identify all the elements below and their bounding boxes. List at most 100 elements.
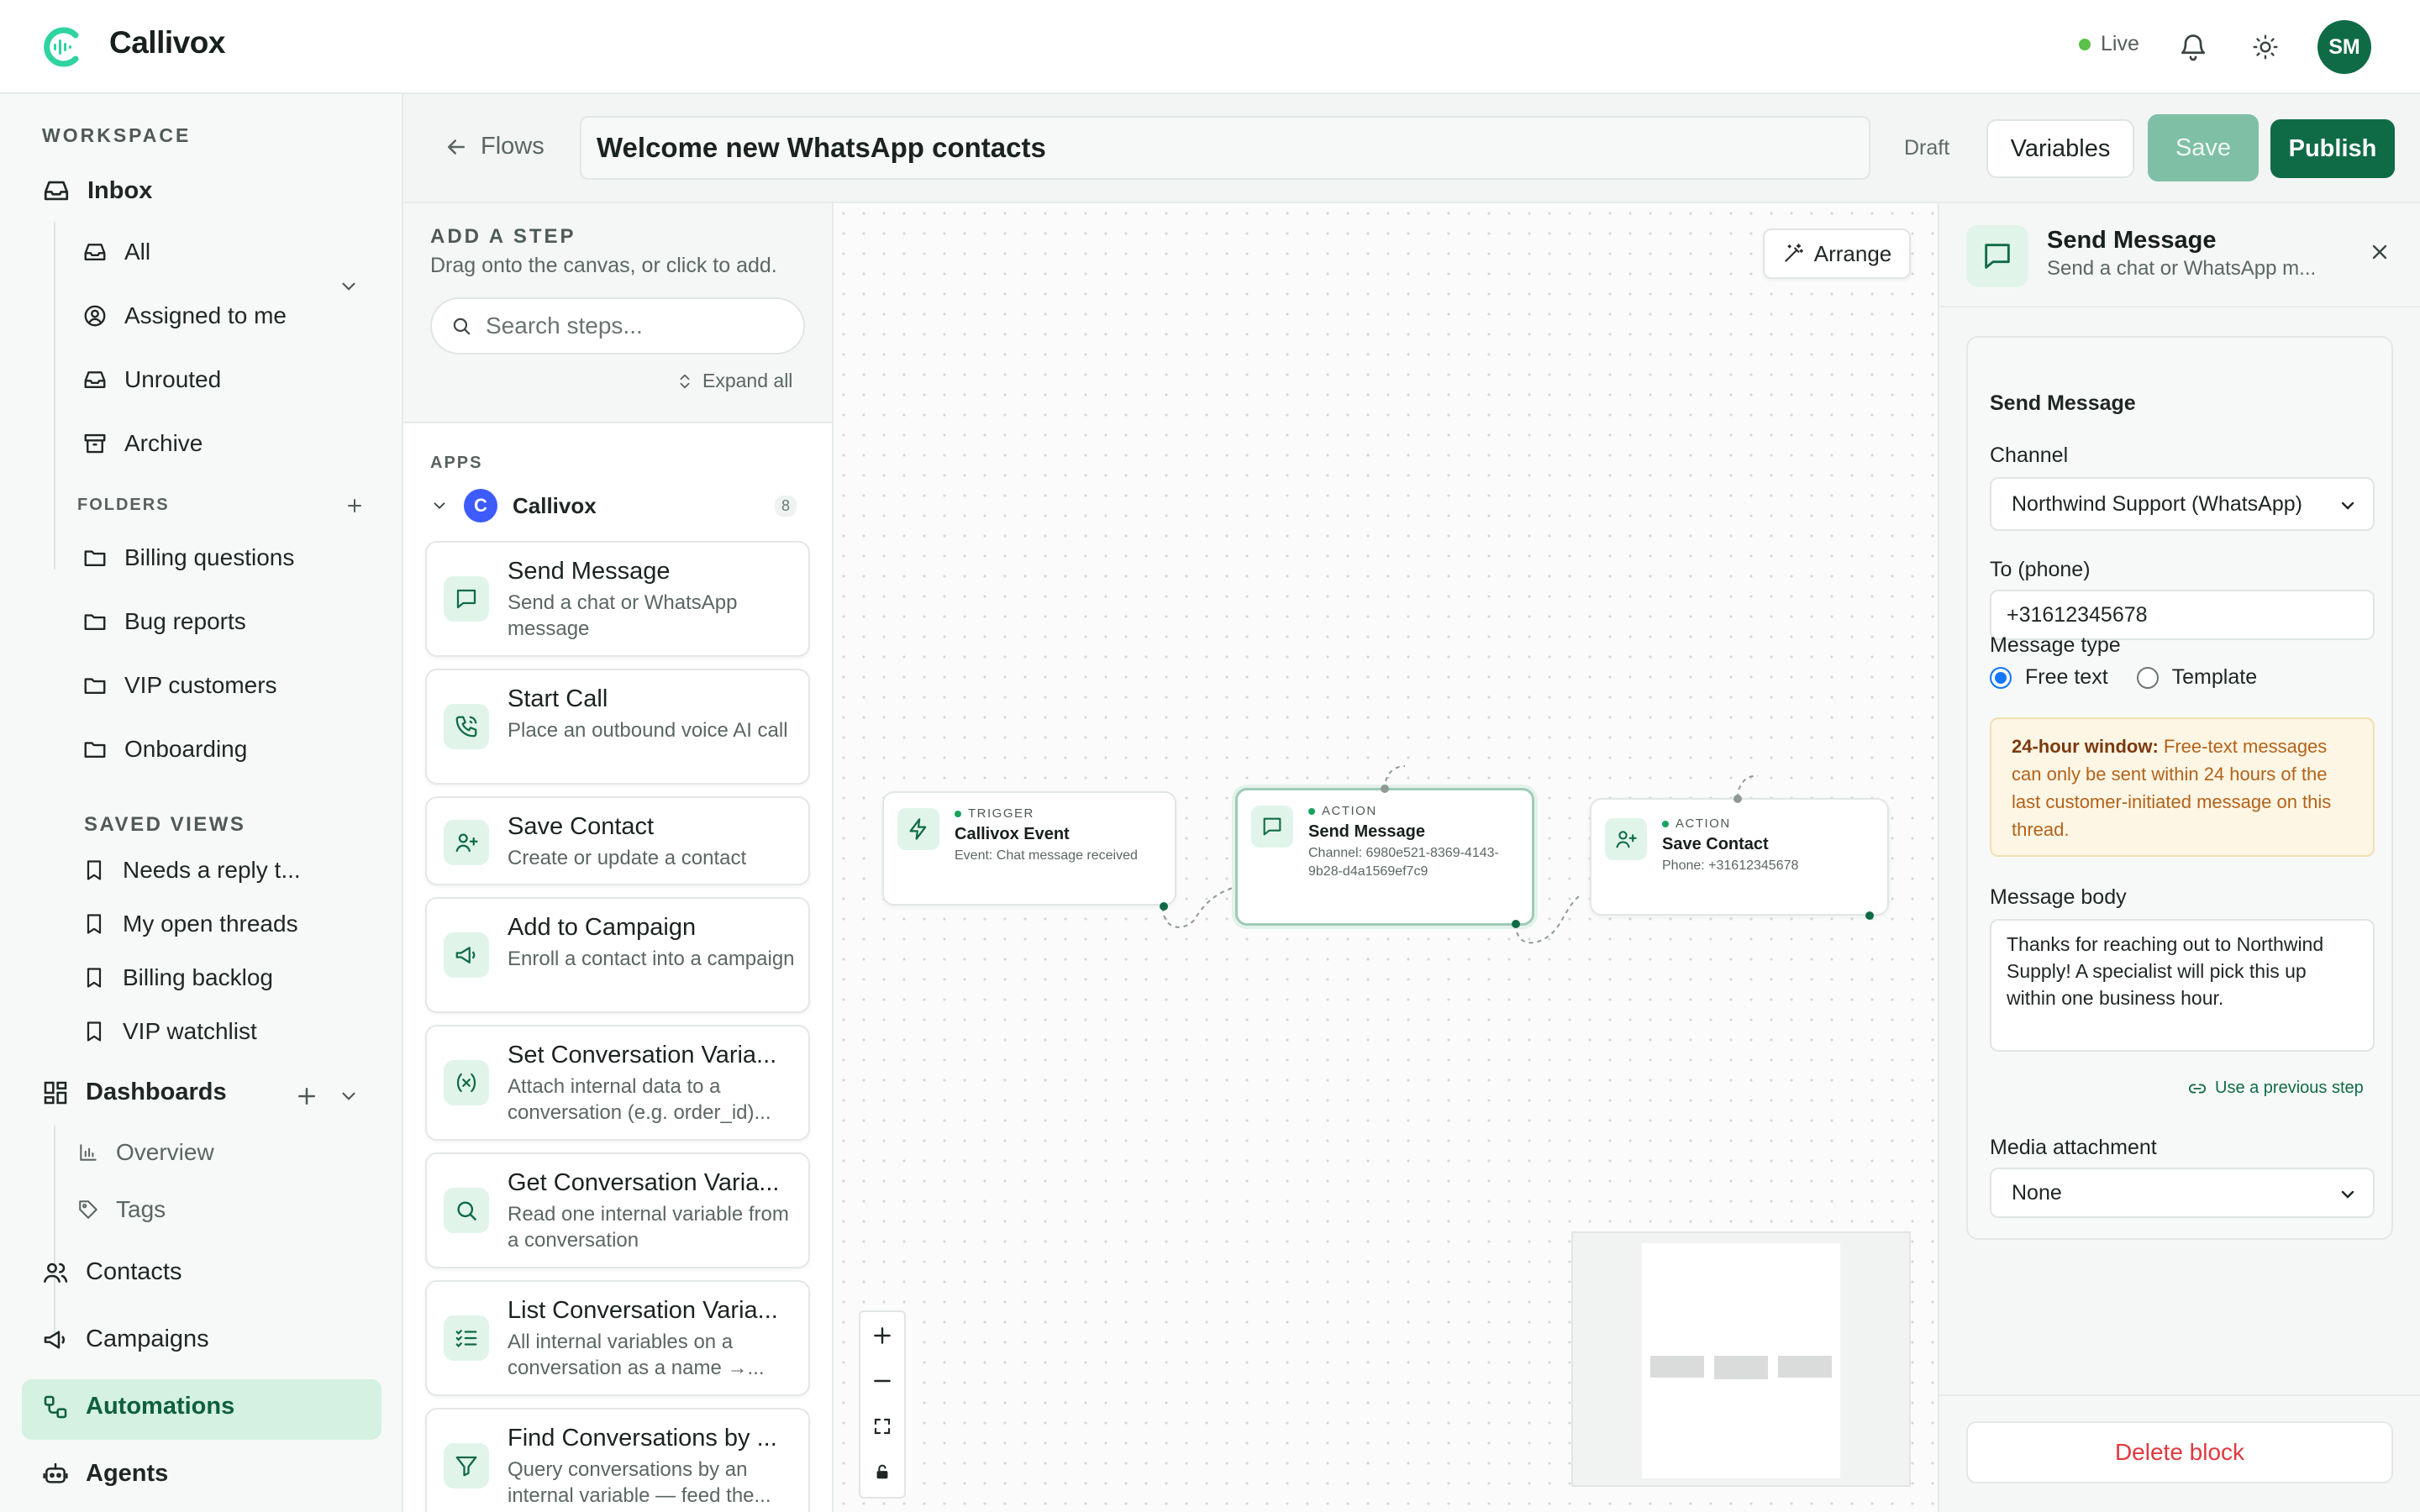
flow-status-badge: Draft bbox=[1904, 136, 1950, 160]
save-button[interactable]: Save bbox=[2148, 114, 2259, 181]
step-desc: Place an outbound voice AI call bbox=[508, 719, 788, 742]
minimap[interactable] bbox=[1571, 1231, 1911, 1487]
back-label: Flows bbox=[481, 133, 544, 160]
expand-all-button[interactable]: Expand all bbox=[676, 370, 792, 392]
sidebar-item-assigned-to-me[interactable]: Assigned to me bbox=[82, 302, 287, 329]
step-card-send-message[interactable]: Send Message Send a chat or WhatsApp mes… bbox=[425, 541, 810, 657]
sidebar-item-agents[interactable]: Agents bbox=[42, 1460, 168, 1488]
flow-node-trigger[interactable]: TRIGGER Callivox Event Event: Chat messa… bbox=[882, 791, 1176, 906]
delete-block-button[interactable]: Delete block bbox=[1966, 1421, 2393, 1483]
node-output-handle[interactable] bbox=[1512, 920, 1520, 928]
sidebar-item-dashboards[interactable]: Dashboards bbox=[42, 1079, 227, 1106]
inbox-unrouted-icon bbox=[84, 371, 106, 388]
callivox-logo-icon[interactable] bbox=[39, 24, 86, 71]
step-desc: Read one internal variable from a conver… bbox=[508, 1203, 789, 1252]
search-steps-input[interactable]: Search steps... bbox=[430, 297, 805, 354]
media-attachment-select[interactable]: None bbox=[1990, 1168, 2375, 1218]
dashboards-chevron-down-icon[interactable] bbox=[338, 1085, 360, 1107]
live-status[interactable]: Live bbox=[2079, 32, 2139, 56]
sidebar-item-all[interactable]: All bbox=[82, 239, 150, 265]
zoom-in-plus-icon[interactable] bbox=[860, 1314, 904, 1357]
theme-toggle-sun-icon[interactable] bbox=[2245, 27, 2286, 67]
fit-view-icon[interactable] bbox=[860, 1404, 904, 1448]
step-card-save-contact[interactable]: Save Contact Create or update a contact bbox=[425, 796, 810, 885]
message-icon bbox=[444, 576, 489, 622]
publish-button[interactable]: Publish bbox=[2270, 119, 2395, 178]
sidebar-item-unrouted[interactable]: Unrouted bbox=[82, 366, 221, 393]
sidebar-item-overview[interactable]: Overview bbox=[77, 1139, 214, 1166]
saved-view-my-open-threads[interactable]: My open threads bbox=[82, 911, 298, 937]
nav-label: Campaigns bbox=[86, 1326, 209, 1352]
close-icon[interactable] bbox=[2360, 232, 2400, 272]
step-card-get-conversation-variable[interactable]: Get Conversation Varia... Read one inter… bbox=[425, 1152, 810, 1268]
step-card-start-call[interactable]: Start Call Place an outbound voice AI ca… bbox=[425, 669, 810, 785]
node-output-handle[interactable] bbox=[1865, 911, 1874, 920]
step-card-find-conversations[interactable]: Find Conversations by ... Query conversa… bbox=[425, 1408, 810, 1512]
lightning-icon bbox=[897, 808, 939, 850]
sidebar-item-contacts[interactable]: Contacts bbox=[42, 1258, 182, 1286]
user-avatar[interactable]: SM bbox=[2317, 20, 2371, 74]
notifications-bell-icon[interactable] bbox=[2173, 27, 2213, 67]
step-desc: Send a chat or WhatsApp message bbox=[508, 591, 738, 640]
sidebar-folder-vip-customers[interactable]: VIP customers bbox=[82, 672, 277, 699]
sidebar-folder-bug-reports[interactable]: Bug reports bbox=[82, 608, 246, 635]
archive-icon bbox=[84, 433, 106, 454]
step-card-list-conversation-variables[interactable]: List Conversation Varia... All internal … bbox=[425, 1280, 810, 1396]
app-badge: C bbox=[464, 489, 497, 522]
search-icon bbox=[444, 1188, 489, 1233]
bookmark-icon bbox=[87, 860, 102, 880]
message-icon bbox=[1251, 806, 1293, 848]
flow-title-input[interactable] bbox=[580, 116, 1870, 180]
search-placeholder: Search steps... bbox=[486, 312, 643, 339]
message-body-textarea[interactable]: Thanks for reaching out to Northwind Sup… bbox=[1990, 919, 2375, 1052]
link-icon bbox=[2188, 1084, 2207, 1093]
flow-node-save-contact[interactable]: ACTION Save Contact Phone: +31612345678 bbox=[1590, 798, 1889, 916]
send-message-form: Send Message Channel Northwind Support (… bbox=[1966, 336, 2393, 1240]
use-previous-step-label: Use a previous step bbox=[2215, 1079, 2364, 1097]
sidebar-item-campaigns[interactable]: Campaigns bbox=[42, 1326, 209, 1353]
sidebar-item-automations[interactable]: Automations bbox=[42, 1393, 234, 1420]
radio-free-text[interactable] bbox=[1990, 666, 2012, 689]
sidebar-folder-onboarding[interactable]: Onboarding bbox=[82, 736, 247, 763]
list-check-icon bbox=[444, 1315, 489, 1361]
node-kind: TRIGGER bbox=[955, 806, 1034, 821]
channel-select[interactable]: Northwind Support (WhatsApp) bbox=[1990, 477, 2375, 531]
add-dashboard-plus-icon[interactable] bbox=[294, 1084, 319, 1109]
node-output-handle[interactable] bbox=[1160, 902, 1168, 911]
sidebar-folder-billing-questions[interactable]: Billing questions bbox=[82, 544, 294, 571]
sidebar-item-archive[interactable]: Archive bbox=[82, 430, 203, 457]
zoom-out-minus-icon[interactable] bbox=[860, 1359, 904, 1403]
variables-button[interactable]: Variables bbox=[1986, 119, 2134, 178]
media-attachment-label: Media attachment bbox=[1990, 1136, 2157, 1159]
flow-node-send-message[interactable]: ACTION Send Message Channel: 6980e521-83… bbox=[1235, 788, 1534, 926]
workspace-label: WORKSPACE bbox=[42, 124, 192, 146]
saved-view-needs-reply[interactable]: Needs a reply t... bbox=[82, 857, 301, 884]
step-title: Set Conversation Varia... bbox=[508, 1042, 777, 1068]
step-title: Add to Campaign bbox=[508, 914, 697, 941]
add-folder-plus-icon[interactable] bbox=[345, 496, 365, 516]
saved-view-billing-backlog[interactable]: Billing backlog bbox=[82, 964, 273, 991]
use-previous-step-link[interactable]: Use a previous step bbox=[2188, 1079, 2364, 1098]
step-card-set-conversation-variable[interactable]: Set Conversation Varia... Attach interna… bbox=[425, 1025, 810, 1141]
node-input-handle[interactable] bbox=[1733, 795, 1742, 803]
saved-view-vip-watchlist[interactable]: VIP watchlist bbox=[82, 1018, 257, 1045]
step-card-add-to-campaign[interactable]: Add to Campaign Enroll a contact into a … bbox=[425, 897, 810, 1013]
to-phone-input[interactable] bbox=[1990, 590, 2375, 640]
radio-template[interactable] bbox=[2136, 666, 2159, 689]
step-desc: Enroll a contact into a campaign bbox=[508, 948, 795, 970]
sidebar-item-tags[interactable]: Tags bbox=[77, 1196, 166, 1223]
flow-canvas[interactable]: Arrange TRIGGER Callivox Event Event: Ch… bbox=[834, 203, 1938, 1512]
minimap-node bbox=[1778, 1356, 1832, 1378]
sidebar-item-inbox[interactable]: Inbox bbox=[42, 176, 152, 205]
lock-icon[interactable] bbox=[860, 1450, 904, 1494]
back-to-flows-link[interactable]: Flows bbox=[444, 133, 544, 160]
message-icon bbox=[1966, 225, 2028, 287]
chevrons-up-down-icon bbox=[680, 374, 690, 388]
saved-views-label: SAVED VIEWS bbox=[84, 813, 246, 836]
folder-label: Bug reports bbox=[124, 608, 246, 634]
step-desc: All internal variables on a conversation… bbox=[508, 1331, 765, 1379]
inbox-item-label: Archive bbox=[124, 430, 203, 456]
app-group-callivox[interactable]: C Callivox 8 bbox=[430, 489, 805, 522]
node-input-handle[interactable] bbox=[1381, 785, 1389, 793]
inbox-chevron-down-icon[interactable] bbox=[338, 276, 360, 297]
